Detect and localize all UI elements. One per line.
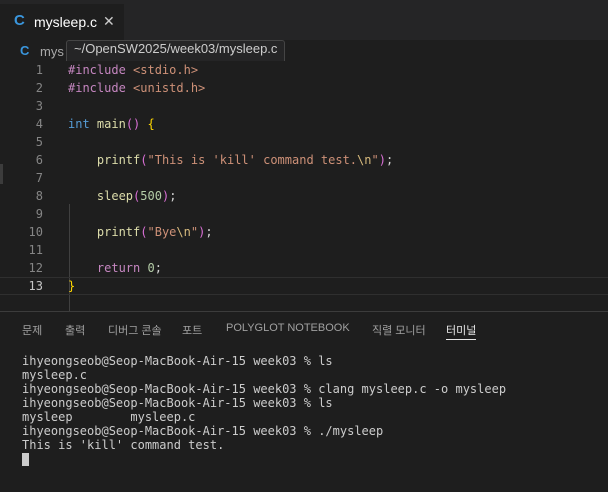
code-line: 11 xyxy=(0,241,608,259)
parens: () xyxy=(125,117,141,131)
code-line: 9 xyxy=(0,205,608,223)
line-number: 3 xyxy=(35,99,43,113)
string-quote: " xyxy=(371,153,379,167)
code-line: 2 #include <unistd.h> xyxy=(0,79,608,97)
tab-polyglot-notebook[interactable]: POLYGLOT NOTEBOOK xyxy=(226,322,350,334)
terminal-output[interactable]: ihyeongseob@Seop-MacBook-Air-15 week03 %… xyxy=(22,354,602,466)
close-brace: } xyxy=(68,279,76,293)
code-line: 8 sleep(500); xyxy=(0,187,608,205)
number-literal: 500 xyxy=(140,189,162,203)
escape-sequence: \n xyxy=(357,153,372,167)
panel-tab-bar: 문제 출력 디버그 콘솔 포트 POLYGLOT NOTEBOOK 직렬 모니터… xyxy=(0,312,608,346)
tab-debug-console[interactable]: 디버그 콘솔 xyxy=(108,322,162,338)
return-keyword: return xyxy=(96,261,141,275)
current-code-line: 13 } xyxy=(0,277,608,295)
terminal-cursor xyxy=(22,453,29,466)
line-number: 5 xyxy=(35,135,43,149)
code-line: 7 xyxy=(0,169,608,187)
tab-serial-monitor[interactable]: 직렬 모니터 xyxy=(372,322,426,338)
semicolon: ; xyxy=(154,261,162,275)
c-file-icon: C xyxy=(20,43,30,58)
terminal-line: This is 'kill' command test. xyxy=(22,438,225,452)
tab-mysleep-c[interactable]: C mysleep.c ✕ xyxy=(0,4,124,40)
line-number: 1 xyxy=(35,63,43,77)
terminal-line: ihyeongseob@Seop-MacBook-Air-15 week03 %… xyxy=(22,354,333,368)
code-line: 6 printf("This is 'kill' command test.\n… xyxy=(0,151,608,169)
breadcrumb-file[interactable]: mys xyxy=(40,44,64,59)
tab-problems[interactable]: 문제 xyxy=(22,322,42,338)
preprocessor-directive: #include xyxy=(68,81,126,95)
semicolon: ; xyxy=(205,225,213,239)
type-keyword: int xyxy=(68,117,90,131)
line-number: 13 xyxy=(28,279,43,293)
code-line: 5 xyxy=(0,133,608,151)
semicolon: ; xyxy=(385,153,394,167)
line-number: 12 xyxy=(28,261,43,275)
terminal-cursor-line xyxy=(22,452,602,466)
function-name: printf xyxy=(96,225,141,239)
line-number: 8 xyxy=(35,189,43,203)
header-name: <unistd.h> xyxy=(133,81,206,95)
tab-output[interactable]: 출력 xyxy=(65,322,85,338)
code-line: 1 #include <stdio.h> xyxy=(0,61,608,79)
editor-tab-bar: C mysleep.c ✕ xyxy=(0,0,608,40)
string-literal: "Bye xyxy=(147,225,177,239)
code-line: 3 xyxy=(0,97,608,115)
bottom-panel: 문제 출력 디버그 콘솔 포트 POLYGLOT NOTEBOOK 직렬 모니터… xyxy=(0,311,608,492)
line-number: 7 xyxy=(35,171,43,185)
line-number: 4 xyxy=(35,117,43,131)
line-number: 9 xyxy=(35,207,43,221)
line-number: 6 xyxy=(35,153,43,167)
code-line: 10 printf("Bye\n"); xyxy=(0,223,608,241)
semicolon: ; xyxy=(169,189,177,203)
terminal-line: mysleep.c xyxy=(22,368,88,382)
line-number: 2 xyxy=(35,81,43,95)
escape-sequence: \n xyxy=(176,225,191,239)
c-file-icon: C xyxy=(14,12,25,29)
terminal-line: ihyeongseob@Seop-MacBook-Air-15 week03 %… xyxy=(22,424,384,438)
function-name: sleep xyxy=(96,189,134,203)
code-line: 4 int main() { xyxy=(0,115,608,133)
code-editor[interactable]: 1 #include <stdio.h> 2 #include <unistd.… xyxy=(0,61,608,334)
terminal-line: ihyeongseob@Seop-MacBook-Air-15 week03 %… xyxy=(22,396,333,410)
function-name: main xyxy=(96,117,126,131)
open-brace: { xyxy=(147,117,155,131)
tab-terminal[interactable]: 터미널 xyxy=(446,322,477,340)
string-literal: "This is 'kill' command test. xyxy=(147,153,358,167)
code-line: 12 return 0; xyxy=(0,259,608,277)
string-quote: " xyxy=(190,225,199,239)
tab-ports[interactable]: 포트 xyxy=(182,322,202,338)
close-icon[interactable]: ✕ xyxy=(103,13,115,30)
line-number: 10 xyxy=(28,225,43,239)
line-number: 11 xyxy=(28,243,43,257)
tab-label: mysleep.c xyxy=(34,14,98,30)
preprocessor-directive: #include xyxy=(68,63,126,77)
terminal-line: ihyeongseob@Seop-MacBook-Air-15 week03 %… xyxy=(22,382,507,396)
header-name: <stdio.h> xyxy=(133,63,199,77)
function-name: printf xyxy=(96,153,141,167)
number-literal: 0 xyxy=(147,261,155,275)
terminal-line: mysleep mysleep.c xyxy=(22,410,196,424)
